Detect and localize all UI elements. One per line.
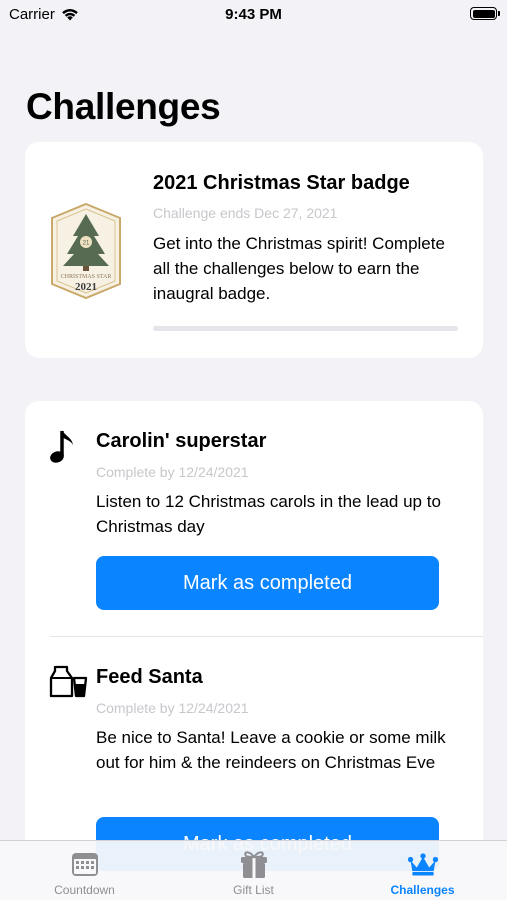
milk-glass-icon [49,665,88,698]
page-title: Challenges [26,86,221,127]
tab-label: Countdown [54,883,115,897]
crown-icon [407,853,438,876]
tab-label: Challenges [390,883,455,897]
challenge-due-date: Complete by 12/24/2021 [96,464,249,480]
challenge-due-date: Complete by 12/24/2021 [96,700,249,716]
badge-end-date: Challenge ends Dec 27, 2021 [153,205,338,221]
tab-label: Gift List [233,883,274,897]
battery-icon [470,7,500,20]
badge-description: Get into the Christmas spirit! Complete … [153,234,445,303]
challenges-list-card: Carolin' superstar Complete by 12/24/202… [25,401,483,900]
tab-gift-list[interactable]: Gift List [169,841,338,900]
tab-challenges[interactable]: Challenges [338,841,507,900]
mark-completed-button[interactable]: Mark as completed [96,556,439,610]
badge-image-caption: CHRISTMAS STAR [61,274,112,280]
badge-card: 21 CHRISTMAS STAR 2021 2021 Christmas St… [25,142,483,358]
status-bar: Carrier 9:43 PM [0,0,507,30]
music-note-icon [50,430,73,463]
christmas-star-badge-image: 21 CHRISTMAS STAR 2021 [51,202,121,300]
status-time: 9:43 PM [225,6,282,23]
challenge-divider [50,636,483,637]
badge-title: 2021 Christmas Star badge [153,172,410,194]
badge-image-star-number: 21 [83,241,90,247]
badge-image-year: 2021 [75,281,97,293]
challenge-description: Be nice to Santa! Leave a cookie or some… [96,728,446,772]
calendar-icon [71,853,98,876]
challenge-title: Carolin' superstar [96,430,267,452]
tab-bar: Countdown Gift List Challenges [0,840,507,900]
tab-countdown[interactable]: Countdown [0,841,169,900]
gift-icon [240,851,267,878]
badge-progress-bar [153,326,458,331]
challenge-title: Feed Santa [96,666,203,688]
challenge-description: Listen to 12 Christmas carols in the lea… [96,492,441,536]
